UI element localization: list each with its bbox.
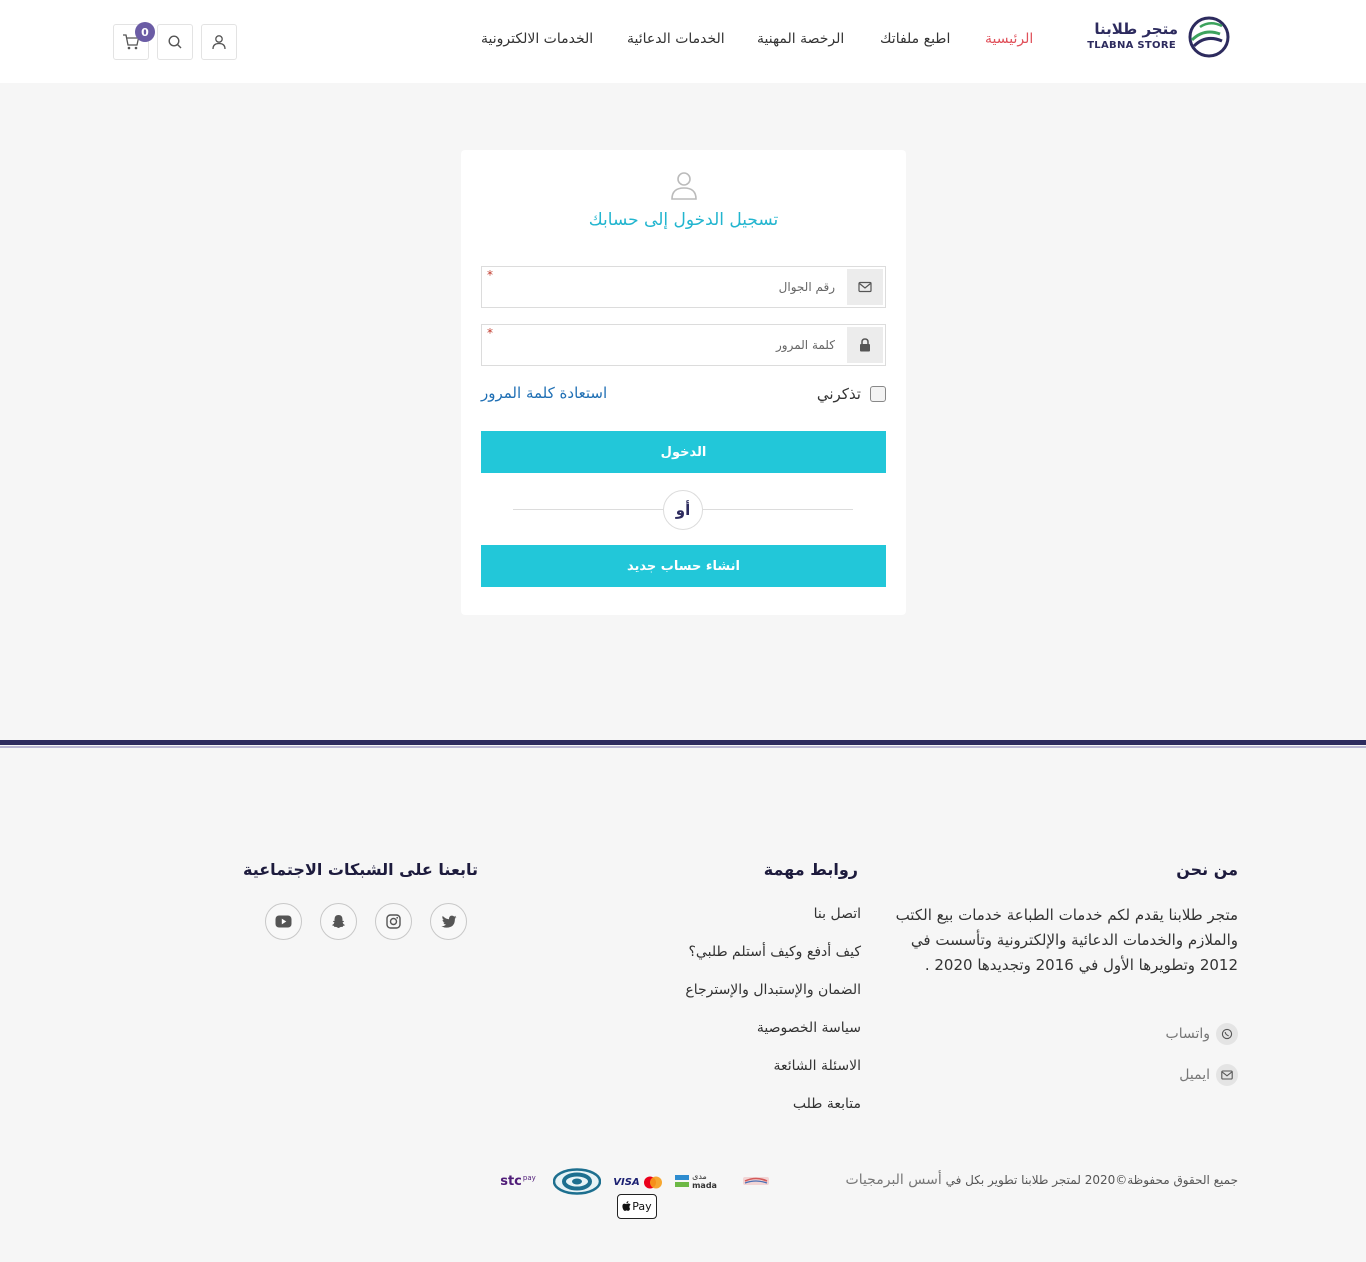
stc-pay-label: pay	[522, 1174, 536, 1182]
envelope-icon	[858, 281, 872, 293]
stc-bank-logo-icon	[553, 1168, 601, 1195]
account-button[interactable]	[201, 24, 237, 60]
youtube-icon[interactable]	[265, 903, 302, 940]
email-label: ايميل	[1179, 1067, 1210, 1083]
envelope-addon	[847, 269, 883, 305]
user-outline-icon	[671, 172, 697, 200]
instagram-icon[interactable]	[375, 903, 412, 940]
copyright: جميع الحقوق محفوظة©2020 لمتجر طلابنا تطو…	[846, 1172, 1238, 1188]
footer-link-payment-delivery[interactable]: كيف أدفع وكيف أستلم طلبي؟	[689, 944, 862, 960]
forgot-password-link[interactable]: استعادة كلمة المرور	[481, 384, 607, 402]
about-text: متجر طلابنا يقدم لكم خدمات الطباعة خدمات…	[895, 906, 1238, 974]
search-icon	[168, 35, 182, 49]
footer-link-contact[interactable]: اتصل بنا	[814, 906, 861, 922]
footer-divider	[0, 740, 1366, 745]
social-heading: تابعنا على الشبكات الاجتماعية	[242, 860, 478, 879]
nav-item-home[interactable]: الرئيسية	[985, 31, 1033, 47]
search-button[interactable]	[157, 24, 193, 60]
mada-ar-label: مدى	[692, 1172, 707, 1181]
site-header: متجر طلابنا TLABNA STORE الرئيسية اطبع م…	[0, 0, 1366, 83]
footer-link-warranty[interactable]: الضمان والإستبدال والإسترجاع	[685, 982, 861, 998]
password-input[interactable]	[482, 325, 847, 365]
remember-checkbox[interactable]	[870, 386, 886, 402]
visa-mastercard-logo: VISA	[613, 1174, 663, 1190]
nav-item-electronic-services[interactable]: الخدمات الالكترونية	[481, 31, 593, 47]
about-heading: من نحن	[1176, 860, 1238, 879]
links-heading: روابط مهمة	[763, 860, 858, 879]
remember-label: تذكرني	[816, 385, 861, 403]
mada-logo: مدى mada	[675, 1170, 717, 1192]
visa-label: VISA	[613, 1176, 640, 1188]
apple-icon	[622, 1201, 631, 1211]
whatsapp-contact[interactable]: واتساب	[1166, 1023, 1238, 1045]
nav-item-print-files[interactable]: اطبع ملفاتك	[880, 31, 950, 47]
footer-link-faq[interactable]: الاسئلة الشائعة	[774, 1058, 862, 1074]
user-icon	[212, 35, 226, 50]
cart-count-badge: 0	[135, 22, 155, 42]
lock-icon	[860, 338, 870, 352]
lock-addon	[847, 327, 883, 363]
whatsapp-icon	[1216, 1023, 1238, 1045]
phone-field: *	[481, 266, 886, 308]
login-title: تسجيل الدخول إلى حسابك	[588, 210, 779, 230]
or-divider-label: أو	[663, 490, 703, 530]
stc-pay-logo: stc pay	[496, 1172, 540, 1190]
remember-me[interactable]: تذكرني	[817, 384, 886, 404]
whatsapp-label: واتساب	[1165, 1026, 1210, 1042]
nav-item-professional-license[interactable]: الرخصة المهنية	[757, 31, 844, 47]
apple-pay-logo: Pay	[617, 1194, 657, 1219]
mastercard-icon	[643, 1176, 662, 1188]
login-button[interactable]: الدخول	[481, 431, 886, 473]
logo-name-en: TLABNA STORE	[1087, 40, 1176, 51]
login-card: تسجيل الدخول إلى حسابك * * تذكرني استعاد…	[461, 150, 906, 615]
email-icon	[1216, 1064, 1238, 1086]
password-field: *	[481, 324, 886, 366]
register-button[interactable]: انشاء حساب جديد	[481, 545, 886, 587]
logo-name-ar: متجر طلابنا	[1094, 20, 1178, 38]
phone-input[interactable]	[482, 267, 847, 307]
nav-item-advertising-services[interactable]: الخدمات الدعائية	[627, 31, 725, 47]
copyright-text: جميع الحقوق محفوظة©2020 لمتجر طلابنا تطو…	[945, 1173, 1238, 1187]
stc-label: stc	[500, 1173, 522, 1189]
mada-en-label: mada	[692, 1181, 717, 1190]
footer-link-privacy[interactable]: سياسة الخصوصية	[757, 1020, 861, 1036]
footer-divider-light	[0, 746, 1366, 748]
developer-link[interactable]: أسس البرمجيات	[846, 1172, 942, 1188]
logo-mark-icon	[1188, 16, 1230, 58]
sadad-logo-icon	[742, 1173, 770, 1189]
apple-pay-label: Pay	[632, 1200, 652, 1213]
cart-button[interactable]: 0	[113, 22, 155, 60]
footer-link-track-order[interactable]: متابعة طلب	[793, 1096, 861, 1112]
twitter-icon[interactable]	[430, 903, 467, 940]
site-logo[interactable]: متجر طلابنا TLABNA STORE	[1087, 14, 1230, 60]
email-contact[interactable]: ايميل	[1179, 1064, 1238, 1086]
snapchat-icon[interactable]	[320, 903, 357, 940]
